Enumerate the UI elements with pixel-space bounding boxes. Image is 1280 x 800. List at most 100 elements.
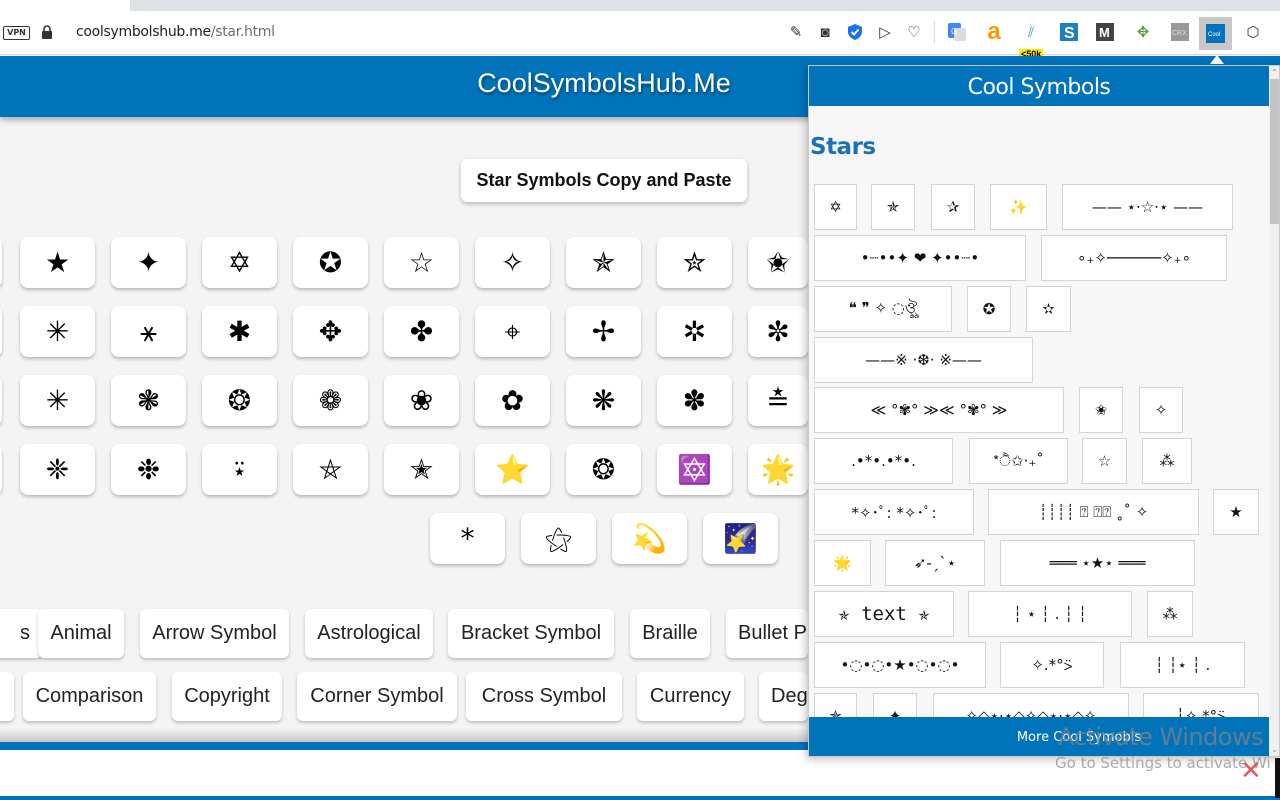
s-extension-icon[interactable]: S [1058,21,1080,43]
popup-symbol-item[interactable]: ┆ ⋆ ┆ . ┆ ┆ [968,591,1132,637]
symbol-button[interactable]: ✡ [202,237,277,288]
symbol-button[interactable]: ❂ [566,444,641,495]
symbol-button[interactable]: ✧ [475,237,550,288]
symbol-button-partial[interactable] [0,237,2,288]
symbol-button[interactable]: 🔯 [657,444,732,495]
category-button[interactable]: s [0,609,42,658]
symbol-button[interactable]: ✮ [657,237,732,288]
symbol-button[interactable]: 🌟 [748,444,808,495]
popup-symbol-item[interactable]: ✯ [871,184,915,230]
crx-icon[interactable]: CRX [1169,21,1191,43]
send-icon[interactable]: ▷ [874,21,896,43]
popup-symbol-item[interactable]: —— ⋆⋅☆⋅⋆ —— [1062,184,1233,230]
symbol-button[interactable]: ✪ [293,237,368,288]
symbol-button[interactable]: ❉ [111,444,186,495]
google-translate-icon[interactable]: G [946,21,968,43]
coolsymbols-extension-button[interactable]: Cool [1199,17,1232,50]
popup-symbol-item[interactable]: ✯ text ✯ [814,591,954,637]
category-button[interactable]: Braille [630,609,710,658]
symbol-button[interactable]: ⭐ [475,444,550,495]
symbol-button[interactable]: ❀ [384,375,459,426]
popup-symbol-item[interactable]: 🌟 [814,540,871,586]
shield-icon[interactable] [844,21,866,43]
symbol-button[interactable]: ✱ [202,306,277,357]
symbol-button[interactable]: ✳ [20,375,95,426]
category-button[interactable]: Currency [637,672,744,721]
popup-symbol-item[interactable]: ✫ [1026,286,1071,332]
url-field[interactable]: coolsymbolshub.me/star.html [76,24,275,40]
symbol-button-partial[interactable] [0,444,2,495]
category-button[interactable]: Bullet P [726,609,808,658]
symbol-button[interactable]: ≛ [748,375,808,426]
popup-symbol-item[interactable]: •┈••✦ ❤ ✦••┈• [814,235,1026,281]
popup-symbol-item[interactable]: ✧ [1139,387,1183,433]
symbol-button[interactable]: ✦ [111,237,186,288]
symbol-button[interactable]: ✼ [748,306,808,357]
popup-symbol-item[interactable]: ✬ [1079,387,1123,433]
popup-symbol-item[interactable]: ≪ °✾° ≫≪ °✾° ≫ [814,387,1064,433]
symbol-button[interactable]: ★ [20,237,95,288]
symbol-button[interactable]: ❁ [293,375,368,426]
category-button[interactable]: Comparison [23,672,156,721]
puzzle-green-icon[interactable]: ✥ [1132,21,1154,43]
cube-icon[interactable]: ⬡ [1242,21,1264,43]
popup-symbol-item[interactable]: ⁂ [1147,591,1193,637]
symbol-button[interactable]: ✽ [657,375,732,426]
heart-icon[interactable]: ♡ [903,21,925,43]
symbol-button[interactable]: ✲ [657,306,732,357]
popup-symbol-item[interactable]: .•*•.•*•. [814,438,953,484]
scroll-up-icon[interactable]: ⌃ [1269,67,1279,78]
active-tab[interactable] [0,0,130,11]
symbol-button[interactable]: * [430,513,505,564]
popup-symbol-item[interactable]: ✡ [814,184,857,230]
popup-symbol-item[interactable]: *ੈ✩‧₊˚ [969,438,1068,484]
symbol-button[interactable]: ✥ [293,306,368,357]
popup-symbol-item[interactable]: ❝ ❞ ✧ ◌ঔৣ [814,286,952,332]
symbol-button[interactable]: ⚹ [111,306,186,357]
symbol-button[interactable]: ✬ [748,237,808,288]
category-button-partial[interactable] [0,672,14,721]
popup-symbol-item[interactable]: ✪ [967,286,1011,332]
edit-icon[interactable]: ✎ [785,21,807,43]
amazon-icon[interactable]: a [983,18,1005,45]
popup-symbol-item[interactable]: ✧.*°⍩ [1000,642,1104,688]
symbol-button[interactable]: ⛤ [293,444,368,495]
category-button[interactable]: Copyright [172,672,282,721]
symbol-button-partial[interactable] [0,306,2,357]
popup-symbol-item[interactable]: ⁂ [1142,438,1192,484]
popup-symbol-item[interactable]: *✧･ﾟ: *✧･ﾟ: [814,489,974,535]
symbol-button[interactable]: 🌠 [703,513,778,564]
popup-symbol-item[interactable]: ☆ [1082,438,1127,484]
popup-symbol-item[interactable]: ✨ [990,184,1047,230]
camera-icon[interactable]: ◙ [814,21,836,43]
popup-symbol-item[interactable]: ┊┊┊┊ ⍰ ⍰⍰ ˳˚ ✧ [988,489,1199,535]
symbol-button-partial[interactable] [0,375,2,426]
popup-symbol-item[interactable]: •◌•◌•★•◌•◌• [814,642,986,688]
symbol-button[interactable]: ✯ [566,237,641,288]
category-button[interactable]: Cross Symbol [466,672,622,721]
symbol-button[interactable]: ⍣ [202,444,277,495]
symbol-button[interactable]: ✭ [384,444,459,495]
scroll-down-icon[interactable]: ⌄ [1269,744,1279,755]
symbol-button[interactable]: ✢ [566,306,641,357]
lock-icon[interactable] [41,25,53,39]
symbol-button[interactable]: ❋ [566,375,641,426]
category-button[interactable]: Deg [759,672,808,721]
symbol-button[interactable]: ☆ [384,237,459,288]
category-button[interactable]: Animal [38,609,124,658]
symbol-button[interactable]: ✤ [384,306,459,357]
popup-symbol-item[interactable]: ★ [1213,489,1259,535]
scroll-thumb[interactable] [1270,79,1279,224]
symbol-button[interactable]: ❈ [20,444,95,495]
popup-symbol-item[interactable]: ═══ ⋆★⋆ ═══ [1000,540,1195,586]
category-button[interactable]: Bracket Symbol [448,609,614,658]
category-button[interactable]: Astrological [305,609,433,658]
symbol-button[interactable]: ⚝ [521,513,596,564]
popup-scrollbar[interactable]: ⌃ ⌄ [1269,66,1279,756]
popup-symbol-item[interactable]: ——※ ·❆· ※—— [814,337,1033,383]
popup-symbol-item[interactable]: ∘₊✧──────✧₊∘ [1041,235,1227,281]
symbol-button[interactable]: ✿ [475,375,550,426]
symbol-button[interactable]: ❂ [202,375,277,426]
vpn-badge[interactable]: VPN [3,26,30,40]
symbol-button[interactable]: ✳ [20,306,95,357]
